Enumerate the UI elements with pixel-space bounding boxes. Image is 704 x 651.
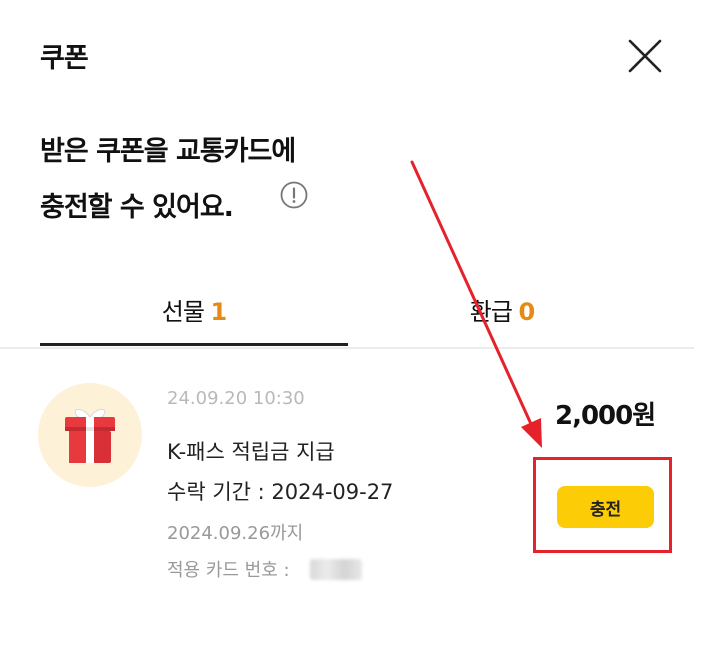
tab-refund-count: 0	[518, 298, 536, 326]
headline-line2: 충전할 수 있어요.	[40, 192, 234, 223]
tab-refund-label: 환급	[469, 298, 513, 326]
info-icon	[280, 181, 308, 209]
tab-divider	[0, 347, 694, 349]
tab-gift-label: 선물	[161, 298, 205, 326]
headline: 받은 쿠폰을 교통카드에 충전할 수 있어요.	[40, 124, 296, 236]
coupon-accept-period: 수락 기간 : 2024-09-27	[167, 480, 394, 504]
info-button[interactable]	[280, 181, 308, 209]
tab-refund[interactable]: 환급 0	[348, 292, 656, 348]
card-number-redacted	[310, 559, 362, 580]
tab-gift-count: 1	[210, 298, 228, 326]
tab-active-indicator	[40, 343, 348, 346]
page-title: 쿠폰	[40, 43, 89, 74]
close-button[interactable]	[626, 38, 664, 76]
gift-icon	[65, 408, 115, 463]
coupon-card-label: 적용 카드 번호 :	[167, 560, 290, 581]
coupon-title: K-패스 적립금 지급	[167, 440, 335, 464]
coupon-gift-badge	[38, 383, 142, 487]
coupon-expiry: 2024.09.26까지	[167, 523, 304, 544]
coupon-received-date: 24.09.20 10:30	[167, 388, 305, 409]
close-icon	[628, 39, 662, 73]
tab-gift[interactable]: 선물 1	[40, 292, 348, 348]
coupon-amount: 2,000원	[555, 401, 656, 431]
annotation-highlight-box	[533, 457, 672, 553]
headline-line1: 받은 쿠폰을 교통카드에	[40, 136, 296, 167]
